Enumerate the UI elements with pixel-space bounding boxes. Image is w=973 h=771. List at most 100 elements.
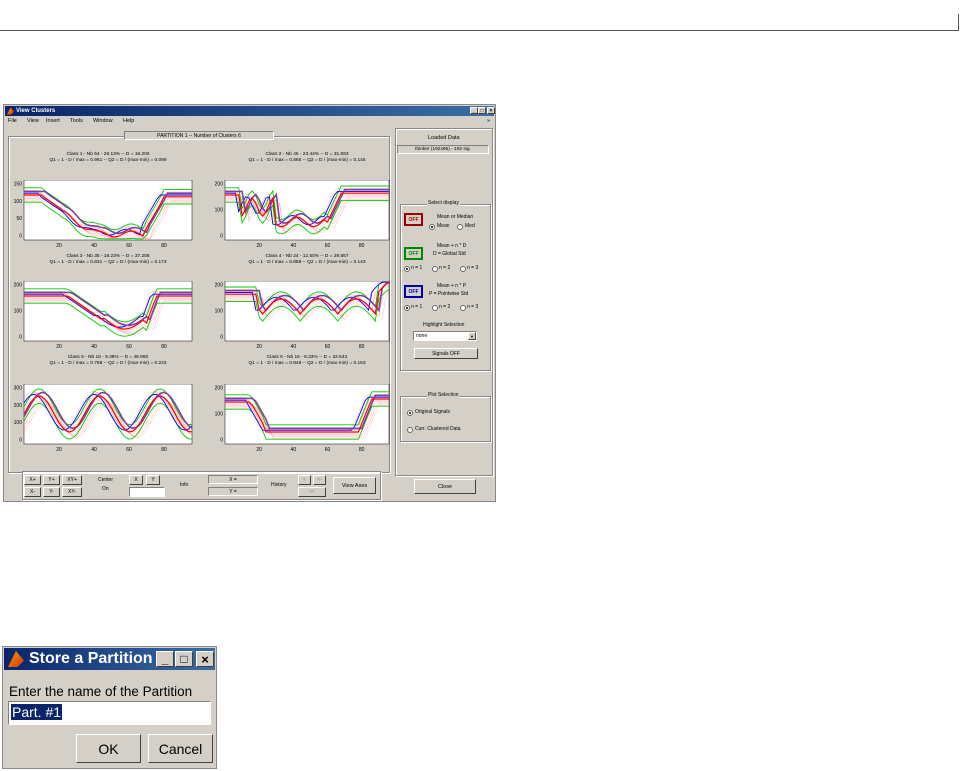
store-partition-dialog: Store a Partition _ □ × Enter the name o… bbox=[2, 646, 217, 769]
radio-mean[interactable] bbox=[429, 224, 435, 230]
x-tick-label: 80 bbox=[359, 243, 365, 249]
zoom-x-plus-button[interactable]: X+ bbox=[24, 475, 41, 485]
menu-window[interactable]: Window bbox=[93, 118, 113, 124]
window-title: View Clusters bbox=[16, 108, 56, 114]
menu-tools[interactable]: Tools bbox=[70, 118, 83, 124]
dialog-maximize-button[interactable]: □ bbox=[175, 651, 193, 667]
x-tick-label: 20 bbox=[256, 243, 262, 249]
global-std-off-button[interactable]: OFF bbox=[404, 247, 423, 260]
pointwise-n2-label: n = 2 bbox=[439, 304, 451, 310]
menu-view[interactable]: View bbox=[27, 118, 39, 124]
ok-button[interactable]: OK bbox=[76, 734, 141, 763]
pointwise-std-title: Mean + n * P bbox=[437, 283, 467, 289]
y-tick-label: 150 bbox=[14, 182, 23, 188]
mean-median-title: Mean or Median bbox=[437, 214, 474, 220]
global-std-sub: D = Global Std bbox=[433, 251, 466, 257]
zoom-y-plus-button[interactable]: Y+ bbox=[43, 475, 60, 485]
zoom-y-minus-button[interactable]: Y- bbox=[43, 487, 60, 497]
select-display-label: Select display bbox=[427, 200, 460, 206]
cluster-3-plot[interactable]: 200 100 0 20 40 60 80 bbox=[8, 281, 194, 353]
history-first-button[interactable]: << bbox=[298, 487, 326, 497]
plot-axes bbox=[23, 281, 193, 342]
cluster-1-plot[interactable]: 150 100 50 0 20 40 60 80 bbox=[8, 180, 194, 252]
menu-overflow-icon[interactable]: » bbox=[487, 118, 490, 124]
y-tick-label: 100 bbox=[14, 199, 23, 205]
on-label: On bbox=[102, 486, 109, 492]
menu-help[interactable]: Help bbox=[123, 118, 134, 124]
cancel-button[interactable]: Cancel bbox=[148, 734, 213, 763]
center-y-button[interactable]: Y bbox=[146, 475, 160, 485]
center-input[interactable] bbox=[129, 487, 165, 497]
x-tick-label: 80 bbox=[359, 447, 365, 453]
menu-file[interactable]: File bbox=[8, 118, 17, 124]
info-label: Info bbox=[180, 482, 189, 488]
cluster-6-subtitle: Q1 = 1 - D / max = 0.848 -- Q2 = D / (ma… bbox=[248, 361, 366, 366]
plot-axes bbox=[23, 180, 193, 241]
pointwise-n3-radio[interactable] bbox=[460, 305, 466, 311]
clustered-data-radio[interactable] bbox=[407, 427, 413, 433]
dialog-close-button[interactable]: × bbox=[196, 651, 214, 667]
original-signals-radio[interactable] bbox=[407, 410, 413, 416]
x-tick-label: 20 bbox=[256, 344, 262, 350]
cluster-2-title: Class 2 - Nb 45 - 23.44% -- D = 31.693 bbox=[265, 152, 349, 157]
window-titlebar[interactable]: View Clusters bbox=[5, 106, 494, 116]
close-button[interactable]: Close bbox=[414, 479, 476, 494]
center-label: Center bbox=[98, 477, 114, 483]
pointwise-n2-radio[interactable] bbox=[432, 305, 438, 311]
pointwise-std-off-button[interactable]: OFF bbox=[404, 285, 423, 298]
mean-median-off-button[interactable]: OFF bbox=[404, 213, 423, 226]
page-rule-tick bbox=[958, 14, 959, 31]
pointwise-std-sub: P = Pointwise Std bbox=[429, 291, 469, 297]
x-tick-label: 60 bbox=[325, 447, 331, 453]
history-back-button[interactable]: < bbox=[298, 475, 311, 485]
cluster-4-plot[interactable]: 200 100 0 20 40 60 80 bbox=[209, 281, 391, 353]
minimize-button[interactable]: _ bbox=[470, 107, 478, 114]
partition-name-input[interactable]: Part. #1 bbox=[8, 701, 211, 725]
highlight-select[interactable]: none ▼ bbox=[413, 331, 477, 341]
view-clusters-window: View Clusters _ □ × File View Insert Too… bbox=[3, 104, 496, 502]
highlight-label: Highlight Selection bbox=[423, 322, 465, 328]
history-prev-button[interactable]: <- bbox=[313, 475, 326, 485]
x-tick-label: 60 bbox=[325, 243, 331, 249]
global-n3-radio[interactable] bbox=[460, 266, 466, 272]
global-std-title: Mean + n * D bbox=[437, 243, 467, 249]
cluster-5-plot[interactable]: 300 200 100 0 20 40 60 80 bbox=[8, 384, 194, 456]
x-tick-label: 40 bbox=[91, 344, 97, 350]
cluster-2-plot[interactable]: 200 100 0 20 40 60 80 bbox=[209, 180, 391, 252]
y-tick-label: 0 bbox=[220, 234, 223, 240]
signals-off-button[interactable]: Signals OFF bbox=[414, 348, 478, 359]
center-x-button[interactable]: X bbox=[129, 475, 143, 485]
menu-insert[interactable]: Insert bbox=[46, 118, 60, 124]
view-axes-button[interactable]: View Axes bbox=[333, 477, 376, 494]
y-tick-label: 0 bbox=[19, 234, 22, 240]
cluster-2-subtitle: Q1 = 1 - D / max = 0.866 -- Q2 = D / (ma… bbox=[248, 158, 366, 163]
cluster-6-plot[interactable]: 200 100 0 20 40 60 80 bbox=[209, 384, 391, 456]
cluster-5-subtitle: Q1 = 1 - D / max = 0.768 -- Q2 = D / (ma… bbox=[49, 361, 167, 366]
y-tick-label: 100 bbox=[215, 309, 224, 315]
dropdown-arrow-icon[interactable]: ▼ bbox=[468, 332, 476, 340]
x-tick-label: 40 bbox=[91, 243, 97, 249]
radio-mean-label: Mean bbox=[437, 223, 450, 229]
matlab-logo-icon bbox=[8, 651, 24, 667]
matlab-logo-icon bbox=[7, 107, 14, 115]
radio-med[interactable] bbox=[457, 224, 463, 230]
radio-med-label: Med bbox=[465, 223, 475, 229]
y-tick-label: 0 bbox=[19, 335, 22, 341]
pointwise-n1-radio[interactable] bbox=[404, 305, 410, 311]
zoom-xy-plus-button[interactable]: XY+ bbox=[62, 475, 82, 485]
zoom-xy-minus-button[interactable]: XY- bbox=[62, 487, 82, 497]
x-tick-label: 60 bbox=[126, 243, 132, 249]
x-tick-label: 20 bbox=[256, 447, 262, 453]
info-y-readout: Y = bbox=[208, 487, 258, 496]
close-window-button[interactable]: × bbox=[487, 107, 495, 114]
x-tick-label: 80 bbox=[161, 344, 167, 350]
global-n1-radio[interactable] bbox=[404, 266, 410, 272]
global-n2-radio[interactable] bbox=[432, 266, 438, 272]
y-tick-label: 0 bbox=[19, 438, 22, 444]
dialog-minimize-button[interactable]: _ bbox=[156, 651, 174, 667]
maximize-button[interactable]: □ bbox=[478, 107, 486, 114]
original-signals-label: Original Signals bbox=[415, 409, 451, 415]
y-tick-label: 100 bbox=[215, 208, 224, 214]
x-tick-label: 40 bbox=[91, 447, 97, 453]
zoom-x-minus-button[interactable]: X- bbox=[24, 487, 41, 497]
